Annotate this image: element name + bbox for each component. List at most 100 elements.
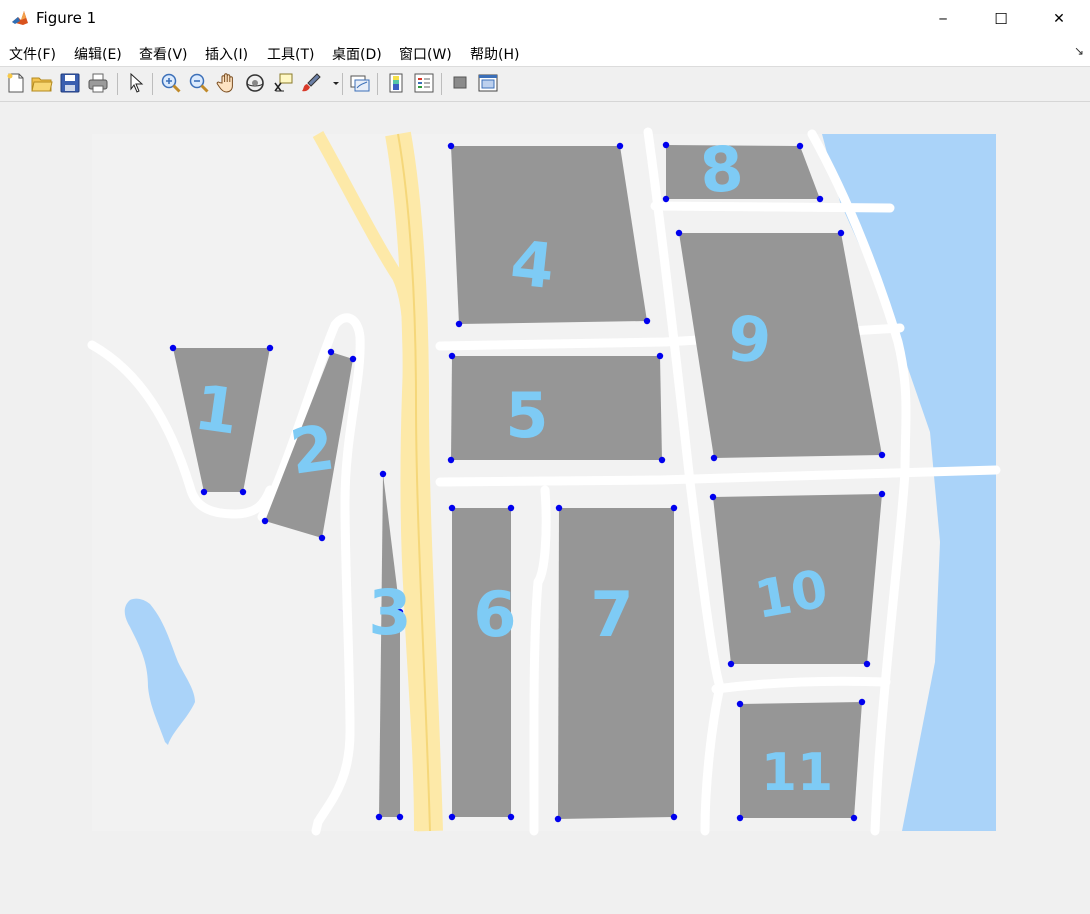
save-icon[interactable]: [58, 71, 82, 95]
block-label: 8: [698, 132, 746, 208]
block-polygon: [558, 508, 674, 819]
block-vertex: [878, 490, 886, 498]
menu-tools[interactable]: 工具(T): [267, 44, 314, 64]
block-vertex: [675, 229, 683, 237]
block-vertex: [379, 470, 387, 478]
block-vertex: [447, 142, 455, 150]
block-10: 10: [709, 490, 886, 668]
block-vertex: [837, 229, 845, 237]
figure-canvas[interactable]: 1 2 3 4 5 6 7 8 9 10 11: [0, 102, 1090, 914]
block-vertex: [878, 451, 886, 459]
block-vertex: [727, 660, 735, 668]
block-vertex: [554, 815, 562, 823]
new-file-icon[interactable]: [4, 71, 28, 95]
block-label: 6: [473, 578, 516, 651]
minimize-icon: ─: [939, 12, 947, 26]
block-vertex: [555, 504, 563, 512]
menu-help[interactable]: 帮助(H): [470, 44, 519, 64]
pan-hand-icon[interactable]: [215, 71, 239, 95]
block-vertex: [261, 517, 269, 525]
menu-window[interactable]: 窗口(W): [399, 44, 452, 64]
block-vertex: [850, 814, 858, 822]
matlab-logo-icon: [11, 9, 29, 27]
minimize-button[interactable]: ─: [914, 0, 972, 38]
data-cursor-icon[interactable]: [271, 71, 295, 95]
toolbar-separator: [377, 73, 378, 95]
block-label: 10: [751, 559, 833, 631]
map-axes: 123456 7891011: [87, 127, 1001, 836]
block-vertex: [375, 813, 383, 821]
block-vertex: [656, 352, 664, 360]
menu-bar: 文件(F) 编辑(E) 查看(V) 插入(I) 工具(T) 桌面(D) 窗口(W…: [0, 38, 1090, 67]
block-label: 7: [590, 578, 633, 651]
toolbar-separator: [117, 73, 118, 95]
window-title: Figure 1: [36, 9, 97, 27]
block-7: 7: [554, 504, 678, 823]
block-vertex: [396, 813, 404, 821]
block-4: 4: [447, 142, 651, 328]
close-button[interactable]: ✕: [1030, 0, 1088, 38]
menu-file[interactable]: 文件(F): [9, 44, 56, 64]
toolbar: [0, 67, 1090, 102]
block-vertex: [239, 488, 247, 496]
block-label: 11: [761, 743, 833, 803]
block-5: 5: [447, 352, 666, 464]
block-vertex: [670, 504, 678, 512]
rotate-3d-icon[interactable]: [243, 71, 267, 95]
block-vertex: [643, 317, 651, 325]
block-vertex: [318, 534, 326, 542]
block-vertex: [662, 141, 670, 149]
block-polygon: [452, 508, 511, 817]
block-6: 6: [448, 504, 517, 821]
zoom-in-icon[interactable]: [159, 71, 183, 95]
block-vertex: [507, 504, 515, 512]
block-vertex: [448, 352, 456, 360]
title-bar: Figure 1 ─ ☐ ✕: [0, 0, 1090, 38]
block-vertex: [447, 456, 455, 464]
block-vertex: [736, 814, 744, 822]
close-icon: ✕: [1053, 11, 1065, 27]
maximize-button[interactable]: ☐: [972, 0, 1030, 38]
pointer-icon[interactable]: [124, 71, 148, 95]
block-label: 5: [505, 379, 548, 452]
block-vertex: [455, 320, 463, 328]
toolbar-separator: [441, 73, 442, 95]
menu-insert[interactable]: 插入(I): [205, 44, 248, 64]
block-vertex: [662, 195, 670, 203]
zoom-out-icon[interactable]: [187, 71, 211, 95]
brush-icon[interactable]: [299, 71, 323, 95]
menu-edit[interactable]: 编辑(E): [74, 44, 122, 64]
block-vertex: [448, 504, 456, 512]
dock-arrow-icon[interactable]: ↘: [1074, 44, 1084, 58]
road: [650, 201, 895, 213]
block-vertex: [736, 700, 744, 708]
block-vertex: [169, 344, 177, 352]
chevron-down-icon[interactable]: [324, 71, 339, 95]
maximize-icon: ☐: [994, 10, 1008, 28]
block-label: 3: [368, 576, 411, 649]
block-vertex: [448, 813, 456, 821]
toolbar-separator: [152, 73, 153, 95]
block-vertex: [796, 142, 804, 150]
block-vertex: [710, 454, 718, 462]
hide-plot-tools-icon[interactable]: [448, 71, 472, 95]
block-vertex: [507, 813, 515, 821]
block-vertex: [349, 355, 357, 363]
block-polygon: [451, 356, 662, 460]
show-plot-tools-icon[interactable]: [476, 71, 500, 95]
print-icon[interactable]: [86, 71, 110, 95]
block-vertex: [658, 456, 666, 464]
block-vertex: [816, 195, 824, 203]
block-vertex: [858, 698, 866, 706]
menu-desktop[interactable]: 桌面(D): [332, 44, 382, 64]
block-vertex: [863, 660, 871, 668]
open-folder-icon[interactable]: [30, 71, 54, 95]
link-plot-icon[interactable]: [348, 71, 372, 95]
block-label: 9: [724, 301, 775, 378]
legend-icon[interactable]: [412, 71, 436, 95]
block-vertex: [327, 348, 335, 356]
colorbar-icon[interactable]: [384, 71, 408, 95]
menu-view[interactable]: 查看(V): [139, 44, 188, 64]
toolbar-separator: [342, 73, 343, 95]
block-11: 11: [736, 698, 866, 822]
